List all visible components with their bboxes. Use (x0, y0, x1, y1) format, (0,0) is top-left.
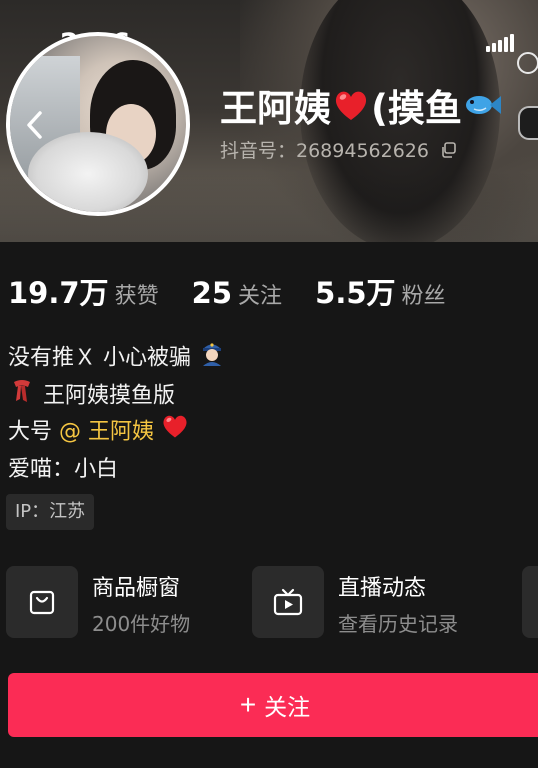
card-subtitle: 200件好物 (92, 612, 191, 636)
stat-following[interactable]: 25 关注 (192, 276, 282, 310)
follow-button[interactable]: + 关注 (8, 673, 538, 737)
ip-location-tag: IP：江苏 (6, 494, 95, 530)
plus-icon: + (239, 689, 257, 720)
stats-row: 19.7万 获赞 25 关注 5.5万 粉丝 (8, 270, 474, 312)
cat-photo (28, 132, 148, 212)
copy-icon[interactable] (441, 141, 457, 163)
profile-header-banner: 2:56 王阿姨 (摸鱼 抖音号：26894562626 (0, 0, 538, 242)
profile-name-text: 王阿姨 (220, 87, 331, 130)
search-icon[interactable] (517, 52, 538, 74)
card-title: 直播动态 (338, 576, 427, 601)
back-icon[interactable] (24, 110, 46, 144)
tv-icon (252, 566, 324, 638)
heart-icon (335, 91, 367, 120)
bio-line: 王阿姨摸鱼版 (8, 376, 226, 414)
stat-likes[interactable]: 19.7万 获赞 (8, 270, 159, 312)
card-title: 商品橱窗 (92, 576, 181, 601)
douyin-id-text: 抖音号：26894562626 (220, 140, 429, 162)
bio-line: 大号 @ 王阿姨 (8, 413, 226, 451)
card-subtitle: 查看历史记录 (338, 612, 458, 636)
bio-line: 没有推Ｘ 小心被骗 (8, 338, 226, 376)
more-card-edge[interactable] (522, 566, 538, 638)
profile-name-suffix: (摸鱼 (371, 87, 462, 130)
signal-icon (486, 33, 516, 52)
side-menu-icon[interactable] (518, 106, 538, 140)
mention-link[interactable]: @ 王阿姨 (59, 419, 154, 444)
bio: 没有推Ｘ 小心被骗 王阿姨摸鱼版 大号 @ 王阿姨 爱喵：小白 (8, 338, 226, 488)
profile-name: 王阿姨 (摸鱼 (220, 78, 502, 130)
bio-line: 爱喵：小白 (8, 456, 119, 482)
fish-icon (465, 96, 501, 114)
scarf-icon (8, 376, 36, 417)
follow-label: 关注 (264, 694, 311, 720)
police-officer-icon (198, 338, 226, 379)
heart-icon (161, 413, 189, 452)
douyin-id: 抖音号：26894562626 (220, 136, 457, 163)
stat-followers[interactable]: 5.5万 粉丝 (315, 270, 445, 312)
shopping-bag-icon (6, 566, 78, 638)
